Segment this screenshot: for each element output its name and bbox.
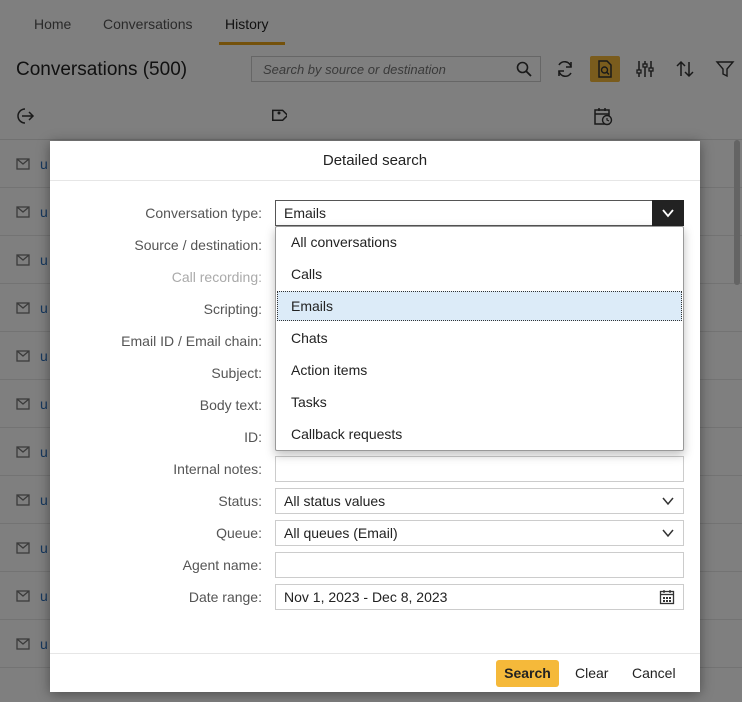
body-text-label: Body text: [199, 397, 262, 413]
option-chats[interactable]: Chats [277, 323, 682, 353]
status-label: Status: [218, 493, 262, 509]
source-destination-label: Source / destination: [134, 237, 262, 253]
option-action-items[interactable]: Action items [277, 355, 682, 385]
queue-value: All queues (Email) [284, 525, 398, 541]
queue-label: Queue: [216, 525, 262, 541]
option-all-conversations[interactable]: All conversations [277, 227, 682, 257]
agent-name-field[interactable] [275, 552, 684, 578]
clear-button[interactable]: Clear [575, 660, 608, 687]
dialog-title: Detailed search [50, 141, 700, 181]
date-range-label: Date range: [188, 589, 262, 605]
status-select[interactable]: All status values [275, 488, 684, 514]
email-id-label: Email ID / Email chain: [121, 333, 262, 349]
cancel-button[interactable]: Cancel [632, 660, 676, 687]
detailed-search-dialog: Detailed search Conversation type: Email… [50, 141, 700, 692]
conversation-type-dropdown: All conversations Calls Emails Chats Act… [275, 226, 684, 451]
chevron-down-icon [662, 529, 674, 538]
conversation-type-select[interactable]: Emails [275, 200, 684, 226]
date-range-field[interactable]: Nov 1, 2023 - Dec 8, 2023 [275, 584, 684, 610]
option-callback-requests[interactable]: Callback requests [277, 419, 682, 449]
option-tasks[interactable]: Tasks [277, 387, 682, 417]
dropdown-toggle[interactable] [652, 200, 684, 226]
internal-notes-field[interactable] [275, 456, 684, 482]
agent-name-label: Agent name: [182, 557, 262, 573]
chevron-down-icon [662, 209, 674, 218]
conversation-type-value: Emails [284, 205, 327, 221]
option-calls[interactable]: Calls [277, 259, 682, 289]
internal-notes-label: Internal notes: [173, 461, 262, 477]
id-label: ID: [244, 429, 262, 445]
date-range-value: Nov 1, 2023 - Dec 8, 2023 [284, 589, 448, 605]
status-value: All status values [284, 493, 386, 509]
subject-label: Subject: [211, 365, 262, 381]
chevron-down-icon [662, 497, 674, 506]
queue-select[interactable]: All queues (Email) [275, 520, 684, 546]
scripting-label: Scripting: [203, 301, 262, 317]
option-emails[interactable]: Emails [277, 291, 682, 321]
calendar-icon[interactable] [659, 589, 675, 605]
search-button[interactable]: Search [496, 660, 559, 687]
conversation-type-label: Conversation type: [145, 205, 262, 221]
dialog-footer: Search Clear Cancel [50, 653, 700, 692]
call-recording-label: Call recording: [171, 269, 262, 285]
